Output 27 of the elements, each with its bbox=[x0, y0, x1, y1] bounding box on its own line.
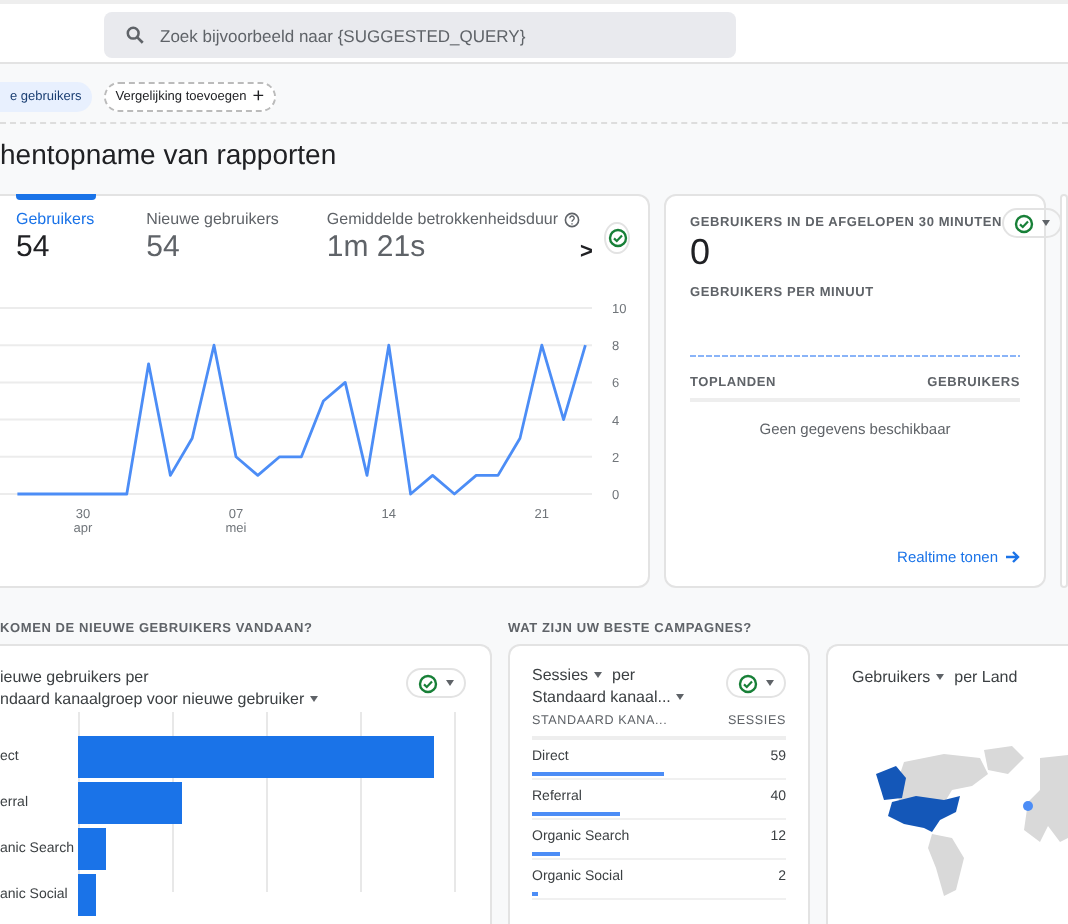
per-label: per Land bbox=[954, 668, 1018, 686]
compare-button[interactable] bbox=[406, 668, 466, 698]
metric-dropdown[interactable]: Gebruikers bbox=[852, 668, 945, 686]
card-title: ieuwe gebruikers per bbox=[0, 668, 151, 686]
check-circle-icon bbox=[1014, 213, 1035, 233]
search-icon bbox=[126, 26, 144, 44]
metric-tab[interactable]: Gebruikers 54 bbox=[16, 210, 95, 264]
bar bbox=[78, 782, 182, 824]
metric-tab[interactable]: Nieuwe gebruikers 54 bbox=[146, 210, 279, 264]
arrow-right-icon bbox=[1006, 550, 1020, 564]
realtime-value: 0 bbox=[690, 232, 713, 274]
dimension-dropdown[interactable]: ndaard kanaalgroep voor nieuwe gebruiker bbox=[0, 690, 319, 708]
check-circle-icon bbox=[418, 673, 438, 693]
next-button[interactable]: > bbox=[580, 240, 593, 264]
search-field[interactable]: Zoek bijvoorbeeld naar {SUGGESTED_QUERY} bbox=[104, 12, 736, 58]
per-label: per bbox=[612, 666, 636, 684]
dimension-dropdown[interactable]: Standaard kanaal... bbox=[532, 688, 685, 706]
page-title: hentopname van rapporten bbox=[0, 136, 339, 174]
bar bbox=[78, 874, 96, 916]
metric-tab[interactable]: Gemiddelde betrokkenheidsduur 1m 21s bbox=[326, 210, 581, 264]
compare-button[interactable] bbox=[604, 222, 630, 254]
metric-dropdown[interactable]: Sessies bbox=[532, 666, 603, 684]
tab-indicator bbox=[16, 194, 97, 200]
compare-button[interactable] bbox=[726, 668, 786, 698]
check-circle-icon bbox=[607, 228, 628, 248]
bar bbox=[78, 828, 106, 870]
check-circle-icon bbox=[738, 673, 758, 693]
